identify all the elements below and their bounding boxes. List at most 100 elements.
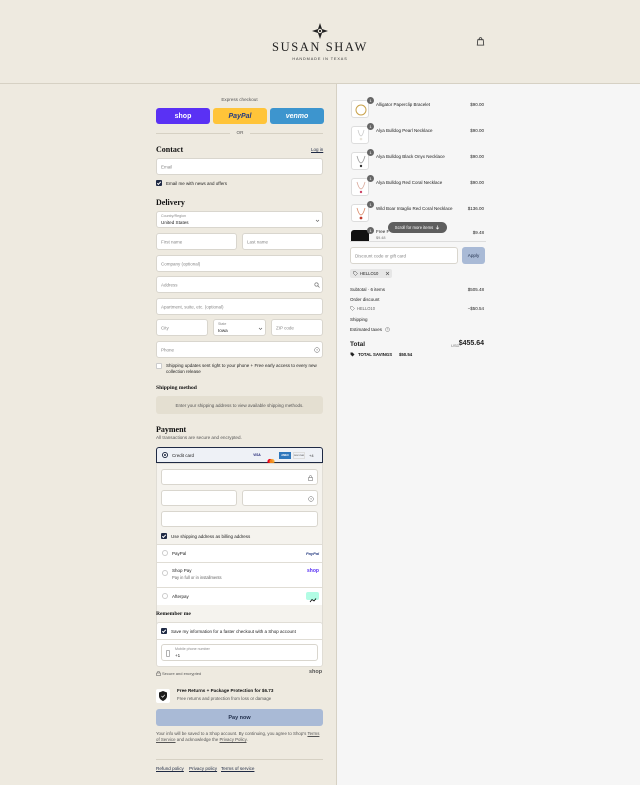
card-security-field[interactable]: ? [242,490,318,506]
paypal-option-label: PayPal [172,551,187,556]
country-select[interactable]: Country/Region United States [156,211,323,228]
brand-name[interactable]: SUSAN SHAW [240,40,400,55]
state-value: Iowa [218,328,228,333]
shop-pay-option[interactable]: Shop Pay Pay in full or in installments … [157,563,322,587]
scroll-more-items-pill[interactable]: Scroll for more items [388,222,447,233]
cart-item-name: Free F [376,229,390,234]
legal-text: Your info will be saved to a Shop accoun… [156,731,323,743]
mobile-phone-value: +1 [175,653,181,658]
city-field[interactable]: City [156,319,208,336]
cart-item-price: $136.00 [467,206,484,211]
tag-icon [353,271,358,276]
shop-pay-logo: shop [307,568,319,574]
card-number-field[interactable] [161,469,318,485]
remember-me-heading: Remember me [156,611,191,617]
afterpay-radio[interactable] [162,593,168,599]
refund-policy-link[interactable]: Refund policy [156,766,184,771]
billing-address-label: Use shipping address as billing address [171,534,251,539]
phone-field[interactable]: Phone ? [156,341,323,358]
cart-item-price: $90.00 [470,102,484,107]
cart-item-subprice: $9.48 [376,236,386,240]
visa-icon: VISA [253,453,261,457]
lock-icon [156,671,161,676]
close-icon[interactable] [385,271,390,276]
credit-card-option[interactable]: Credit card VISA AMEX DISCOVER +4 [156,447,323,465]
help-icon[interactable]: ? [308,496,314,502]
shop-pay-express-button[interactable]: shop [156,108,210,124]
header: SUSAN SHAW HANDMADE IN TEXAS [0,0,640,84]
card-expiry-field[interactable] [161,490,237,506]
shipping-label: Shipping [350,317,368,322]
card-form-panel: ? Use shipping address as billing addres… [156,463,323,629]
svg-text:?: ? [310,497,312,501]
last-name-field[interactable]: Last name [242,233,323,250]
apply-discount-button[interactable]: Apply [462,247,485,264]
email-field[interactable]: Email [156,158,323,175]
paypal-option[interactable]: PayPal PayPal [157,545,322,562]
protection-title: Free Returns + Package Protection for $6… [177,688,274,693]
total-label: Total [350,341,366,348]
login-link[interactable]: Log in [311,147,323,152]
help-icon[interactable]: ? [385,327,390,332]
pay-now-button[interactable]: Pay now [156,709,323,726]
sms-checkbox[interactable] [156,363,162,369]
news-checkbox[interactable] [156,180,162,186]
product-thumbnail [351,152,369,170]
svg-text:?: ? [387,328,389,332]
zip-placeholder: ZIP code [276,325,294,330]
afterpay-icon [306,592,319,603]
quantity-badge: 1 [367,201,374,208]
protection-subtitle: Free returns and protection from loss or… [177,696,272,701]
mobile-phone-field[interactable]: Mobile phone number +1 [161,644,318,661]
save-info-label: Save my information for a faster checkou… [171,629,296,634]
quantity-badge: 1 [367,123,374,130]
cart-item-name: Alya Bulldog Red Coral Necklace [376,180,443,185]
discount-tag-code: HELLO10 [360,271,379,276]
company-field[interactable]: Company (optional) [156,255,323,272]
cart-item-price: $90.00 [470,154,484,159]
help-icon[interactable]: ? [314,347,320,353]
discount-code-field[interactable]: Discount code or gift card [350,247,458,264]
discover-icon: DISCOVER [293,452,305,459]
divider [157,639,322,640]
sms-checkbox-label: Shipping updates sent right to your phon… [166,363,317,374]
shop-pay-subtitle: Pay in full or in installments [172,575,222,580]
shop-pay-label: shop [174,112,192,120]
order-discount-label: Order discount [350,297,380,302]
shop-pay-radio[interactable] [162,570,168,576]
afterpay-option-label: Afterpay [172,594,189,599]
arrow-down-icon [435,225,440,230]
tag-icon [350,352,355,357]
discount-placeholder: Discount code or gift card [355,253,407,258]
terms-of-service-footer-link[interactable]: Terms of service [221,766,254,771]
quantity-badge: 1 [367,175,374,182]
tag-icon [350,306,355,311]
payment-subtitle: All transactions are secure and encrypte… [156,435,242,440]
zip-field[interactable]: ZIP code [271,319,323,336]
save-info-checkbox[interactable] [161,628,167,634]
subtotal-label: Subtotal · 6 items [350,287,386,292]
privacy-policy-link[interactable]: Privacy Policy [220,737,247,742]
privacy-policy-footer-link[interactable]: Privacy policy [189,766,217,771]
apartment-placeholder: Apartment, suite, etc. (optional) [161,304,224,309]
afterpay-option[interactable]: Afterpay [157,588,322,605]
shopping-bag-icon[interactable] [476,37,485,46]
credit-card-radio[interactable] [162,452,168,458]
apartment-field[interactable]: Apartment, suite, etc. (optional) [156,298,323,315]
product-thumbnail [351,126,369,144]
divider [350,241,486,242]
cart-item-name: Alya Bulldog Black Onyx Necklace [376,154,445,159]
chevron-down-icon [315,219,320,222]
address-placeholder: Address [161,282,178,287]
first-name-field[interactable]: First name [156,233,237,250]
paypal-radio[interactable] [162,550,168,556]
billing-address-checkbox[interactable] [161,533,167,539]
venmo-express-button[interactable]: venmo [270,108,324,124]
paypal-express-button[interactable]: PayPal [213,108,267,124]
more-cards-label: +4 [309,453,314,458]
name-on-card-field[interactable] [161,511,318,527]
address-field[interactable]: Address [156,276,323,293]
paypal-logo: PayPal [306,551,320,556]
delivery-heading: Delivery [156,198,185,207]
state-select[interactable]: State Iowa [213,319,266,336]
